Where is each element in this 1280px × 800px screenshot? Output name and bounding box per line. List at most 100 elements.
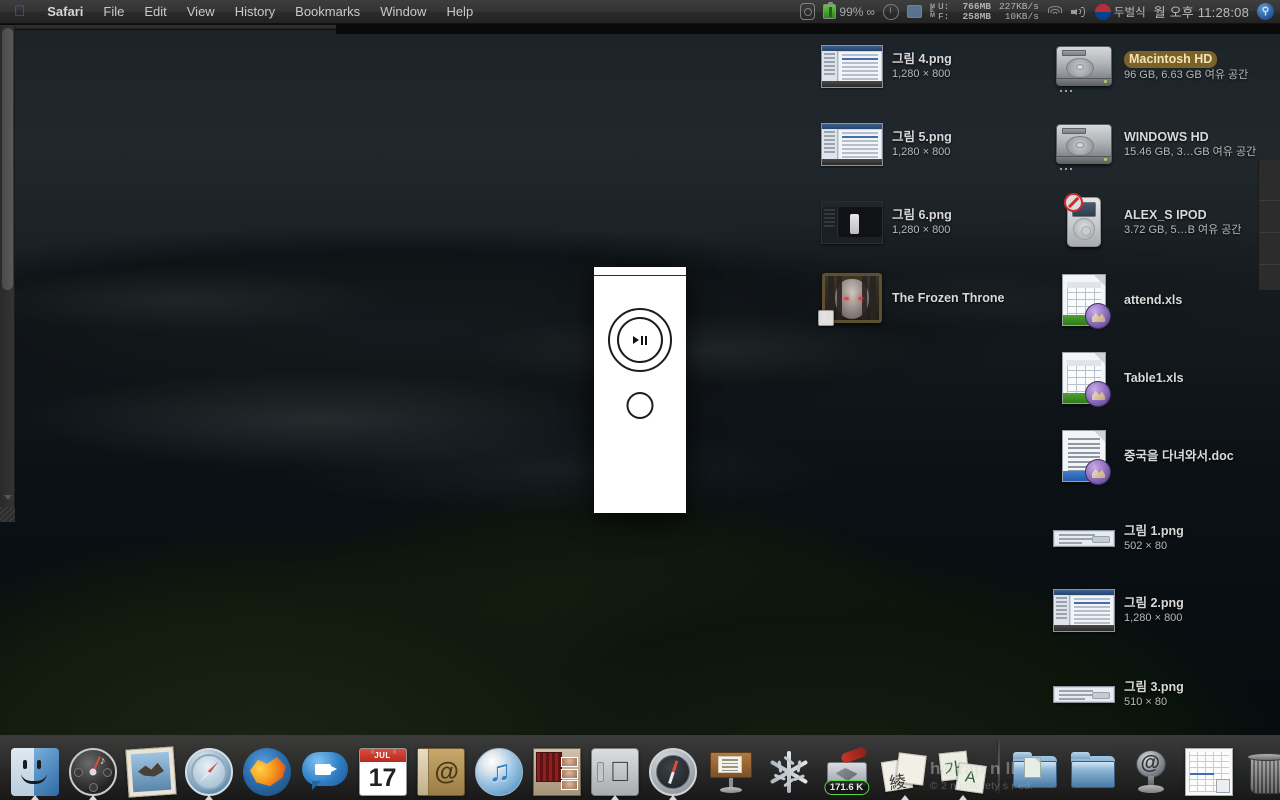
desktop-icon-frozen-throne[interactable]: The Frozen Throne bbox=[818, 272, 1050, 326]
desktop-icon-label: Table1.xls bbox=[1124, 370, 1184, 385]
documents-folder-icon bbox=[1011, 748, 1059, 796]
background-window-strip bbox=[336, 24, 1280, 34]
network-upload-value: 10KB/s bbox=[1004, 10, 1039, 22]
scrollbar-thumb[interactable] bbox=[2, 28, 13, 290]
dock-item-snowflake[interactable] bbox=[760, 739, 817, 796]
dock-item-ical[interactable]: JUL 17 bbox=[354, 739, 411, 796]
menu-extra-input-method[interactable]: 두벌식 bbox=[1094, 3, 1146, 20]
dock-item-keynote[interactable] bbox=[702, 739, 759, 796]
menu-view[interactable]: View bbox=[177, 0, 225, 23]
desktop-icon-grim1[interactable]: 그림 1.png 502 × 80 bbox=[1052, 512, 1280, 564]
excel-file-icon-graphic bbox=[1052, 352, 1116, 407]
apple-logo-icon[interactable]:  bbox=[0, 0, 37, 23]
desktop-icon-grim2[interactable]: 그림 2.png 1,280 × 800 bbox=[1052, 584, 1280, 636]
dock-item-downloads-folder[interactable] bbox=[1064, 739, 1121, 796]
address-book-icon: @ bbox=[416, 748, 465, 796]
dock-item-quicktime[interactable]:  bbox=[586, 739, 643, 800]
korean-input-icon: 가A bbox=[938, 748, 987, 796]
menu-extra-battery[interactable]: 99% ∞ bbox=[823, 2, 875, 19]
background-window-scrollbar[interactable] bbox=[0, 26, 15, 522]
desktop-icon-sublabel: 1,280 × 800 bbox=[892, 145, 951, 158]
dock-item-spreadsheet-stack[interactable] bbox=[1180, 739, 1237, 796]
menu-extra-display[interactable] bbox=[906, 5, 922, 18]
dock-item-ichat[interactable] bbox=[296, 739, 353, 796]
dock-item-transmit[interactable]: 171.6 K bbox=[818, 739, 875, 796]
remote-control-window[interactable] bbox=[594, 267, 686, 513]
dock-item-finder[interactable] bbox=[6, 739, 63, 800]
desktop-icon-table1-xls[interactable]: Table1.xls bbox=[1052, 352, 1280, 407]
menu-safari[interactable]: Safari bbox=[37, 0, 93, 23]
desktop-icon-label: 그림 5.png bbox=[892, 129, 952, 144]
menu-extra-memory-monitor[interactable]: M E M U: 766MB F: 258MB bbox=[930, 2, 991, 21]
desktop-icon-alex-ipod[interactable]: ALEX_S IPOD 3.72 GB, 5…B 여유 공간 bbox=[1052, 193, 1280, 248]
app-badge-icon bbox=[1085, 381, 1111, 407]
play-pause-inner-ring[interactable] bbox=[617, 317, 663, 363]
desktop-icon-china-doc[interactable]: 중국을 다녀와서.doc bbox=[1052, 430, 1280, 485]
menu-extra-network-monitor[interactable]: 227KB/s 10KB/s bbox=[999, 2, 1039, 21]
memory-label-vertical: M E M bbox=[929, 4, 935, 19]
desktop-icon-label: 그림 3.png bbox=[1124, 679, 1184, 694]
ipod-icon-graphic bbox=[1052, 193, 1116, 248]
desktop-icon-sublabel: 502 × 80 bbox=[1124, 539, 1168, 552]
desktop-icon-label: 그림 6.png bbox=[892, 207, 952, 222]
dock-item-address-book[interactable]: @ bbox=[412, 739, 469, 796]
desktop-icon-sublabel: 510 × 80 bbox=[1124, 695, 1168, 708]
eject-disc-icon bbox=[800, 3, 816, 20]
remote-window-titlebar[interactable] bbox=[594, 267, 686, 276]
snowflake-icon bbox=[765, 748, 813, 796]
dock-item-stickies[interactable]: 綾 bbox=[876, 739, 933, 800]
dock-item-microphone[interactable]: @ bbox=[1122, 739, 1179, 796]
dock-item-trash[interactable] bbox=[1238, 739, 1280, 796]
mail-icon bbox=[124, 746, 177, 798]
desktop-icon-sublabel: 3.72 GB, 5…B 여유 공간 bbox=[1124, 223, 1242, 236]
hard-disk-icon bbox=[1056, 124, 1112, 170]
resize-grip-icon[interactable] bbox=[0, 507, 15, 522]
dock-item-itunes[interactable]: ♫ bbox=[470, 739, 527, 796]
dock-item-mail[interactable] bbox=[122, 739, 179, 798]
ical-icon: JUL 17 bbox=[358, 748, 407, 796]
dock-item-documents-folder[interactable] bbox=[1006, 739, 1063, 796]
menu-file[interactable]: File bbox=[93, 0, 134, 23]
png-screenshot-thumbnail-dark bbox=[821, 200, 883, 244]
itunes-icon: ♫ bbox=[474, 748, 523, 796]
desktop-icon-attend-xls[interactable]: attend.xls bbox=[1052, 274, 1280, 329]
dock-item-dashboard[interactable]: ♪ bbox=[64, 739, 121, 800]
desktop-icon-sublabel: 1,280 × 800 bbox=[892, 67, 951, 80]
menu-extra-clock[interactable]: 월 오후 11:28:08 bbox=[1154, 2, 1249, 21]
desktop-icon-label: 그림 4.png bbox=[892, 51, 952, 66]
menu-extra-eject[interactable] bbox=[800, 3, 816, 20]
dock-item-safari[interactable] bbox=[180, 739, 237, 800]
desktop-icon-windows-hd[interactable]: WINDOWS HD 15.46 GB, 3…GB 여유 공간 bbox=[1052, 118, 1280, 170]
menu-extra-wifi[interactable] bbox=[1047, 5, 1063, 18]
spotlight-search-icon: ⚲ bbox=[1257, 3, 1274, 20]
dock-item-compass[interactable] bbox=[644, 739, 701, 800]
desktop-icon-grim5[interactable]: 그림 5.png 1,280 × 800 bbox=[820, 118, 1050, 170]
menu-history[interactable]: History bbox=[225, 0, 285, 23]
battery-icon bbox=[823, 2, 837, 19]
alias-arrow-badge-icon bbox=[818, 310, 834, 326]
menu-edit[interactable]: Edit bbox=[134, 0, 176, 23]
display-icon bbox=[906, 5, 922, 18]
file-thumbnail bbox=[1052, 668, 1116, 720]
desktop-icon-macintosh-hd[interactable]: Macintosh HD 96 GB, 6.63 GB 여유 공간 bbox=[1052, 40, 1280, 92]
play-pause-button[interactable] bbox=[608, 308, 672, 372]
menu-window[interactable]: Window bbox=[370, 0, 436, 23]
menu-extra-timemachine[interactable] bbox=[882, 3, 899, 20]
dock-item-iphoto[interactable] bbox=[528, 739, 585, 796]
circle-button-icon[interactable] bbox=[626, 392, 654, 419]
dock-item-korean-keyboard[interactable]: 가A bbox=[934, 739, 991, 800]
desktop-icon-grim4[interactable]: 그림 4.png 1,280 × 800 bbox=[820, 40, 1050, 92]
running-indicator bbox=[958, 795, 967, 800]
menu-extra-spotlight[interactable]: ⚲ bbox=[1257, 3, 1274, 20]
play-pause-icon bbox=[633, 335, 647, 345]
scroll-down-arrow-icon[interactable] bbox=[3, 495, 12, 500]
desktop-icon-grim3[interactable]: 그림 3.png 510 × 80 bbox=[1052, 668, 1280, 720]
desktop-icon-grim6[interactable]: 그림 6.png 1,280 × 800 bbox=[820, 196, 1050, 248]
volume-icon-graphic bbox=[1052, 118, 1116, 170]
dock-item-firefox[interactable] bbox=[238, 739, 295, 796]
running-indicator bbox=[610, 795, 619, 800]
menu-bookmarks[interactable]: Bookmarks bbox=[285, 0, 370, 23]
menu-help[interactable]: Help bbox=[436, 0, 483, 23]
background-window-titlebar[interactable] bbox=[0, 24, 341, 30]
menu-extra-volume[interactable] bbox=[1070, 5, 1087, 18]
